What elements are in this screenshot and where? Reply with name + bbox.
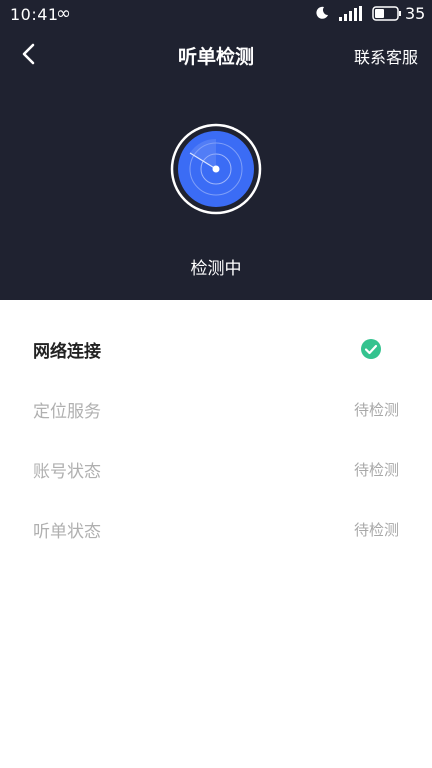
contact-support-link[interactable]: 联系客服 bbox=[354, 44, 418, 68]
back-button[interactable] bbox=[14, 38, 44, 70]
check-status: 待检测 bbox=[353, 521, 399, 539]
scan-status: 检测中 bbox=[190, 259, 242, 279]
check-status: 待检测 bbox=[353, 401, 399, 419]
battery-icon bbox=[372, 6, 401, 21]
radar-scan-icon bbox=[170, 123, 262, 215]
check-success-icon bbox=[361, 339, 381, 359]
check-label: 定位服务 bbox=[33, 402, 101, 422]
check-status: 待检测 bbox=[353, 461, 399, 479]
header: 10:41 ∞ 35 听单检测 联系客服 检测中 bbox=[0, 0, 432, 300]
moon-icon bbox=[316, 6, 328, 19]
check-row-order-listening: 听单状态 待检测 bbox=[0, 498, 432, 558]
status-time: 10:41 bbox=[10, 5, 59, 24]
infinity-icon: ∞ bbox=[56, 3, 71, 24]
check-label: 网络连接 bbox=[33, 342, 101, 362]
signal-icon bbox=[339, 6, 362, 21]
check-label: 账号状态 bbox=[33, 462, 101, 482]
check-row-network: 网络连接 bbox=[0, 318, 432, 378]
check-row-account: 账号状态 待检测 bbox=[0, 438, 432, 498]
check-list: 网络连接 定位服务 待检测 账号状态 待检测 听单状态 待检测 bbox=[0, 300, 432, 558]
check-row-location: 定位服务 待检测 bbox=[0, 378, 432, 438]
status-bar: 10:41 ∞ 35 bbox=[0, 0, 432, 30]
check-label: 听单状态 bbox=[33, 522, 101, 542]
battery-level: 35 bbox=[405, 4, 426, 23]
